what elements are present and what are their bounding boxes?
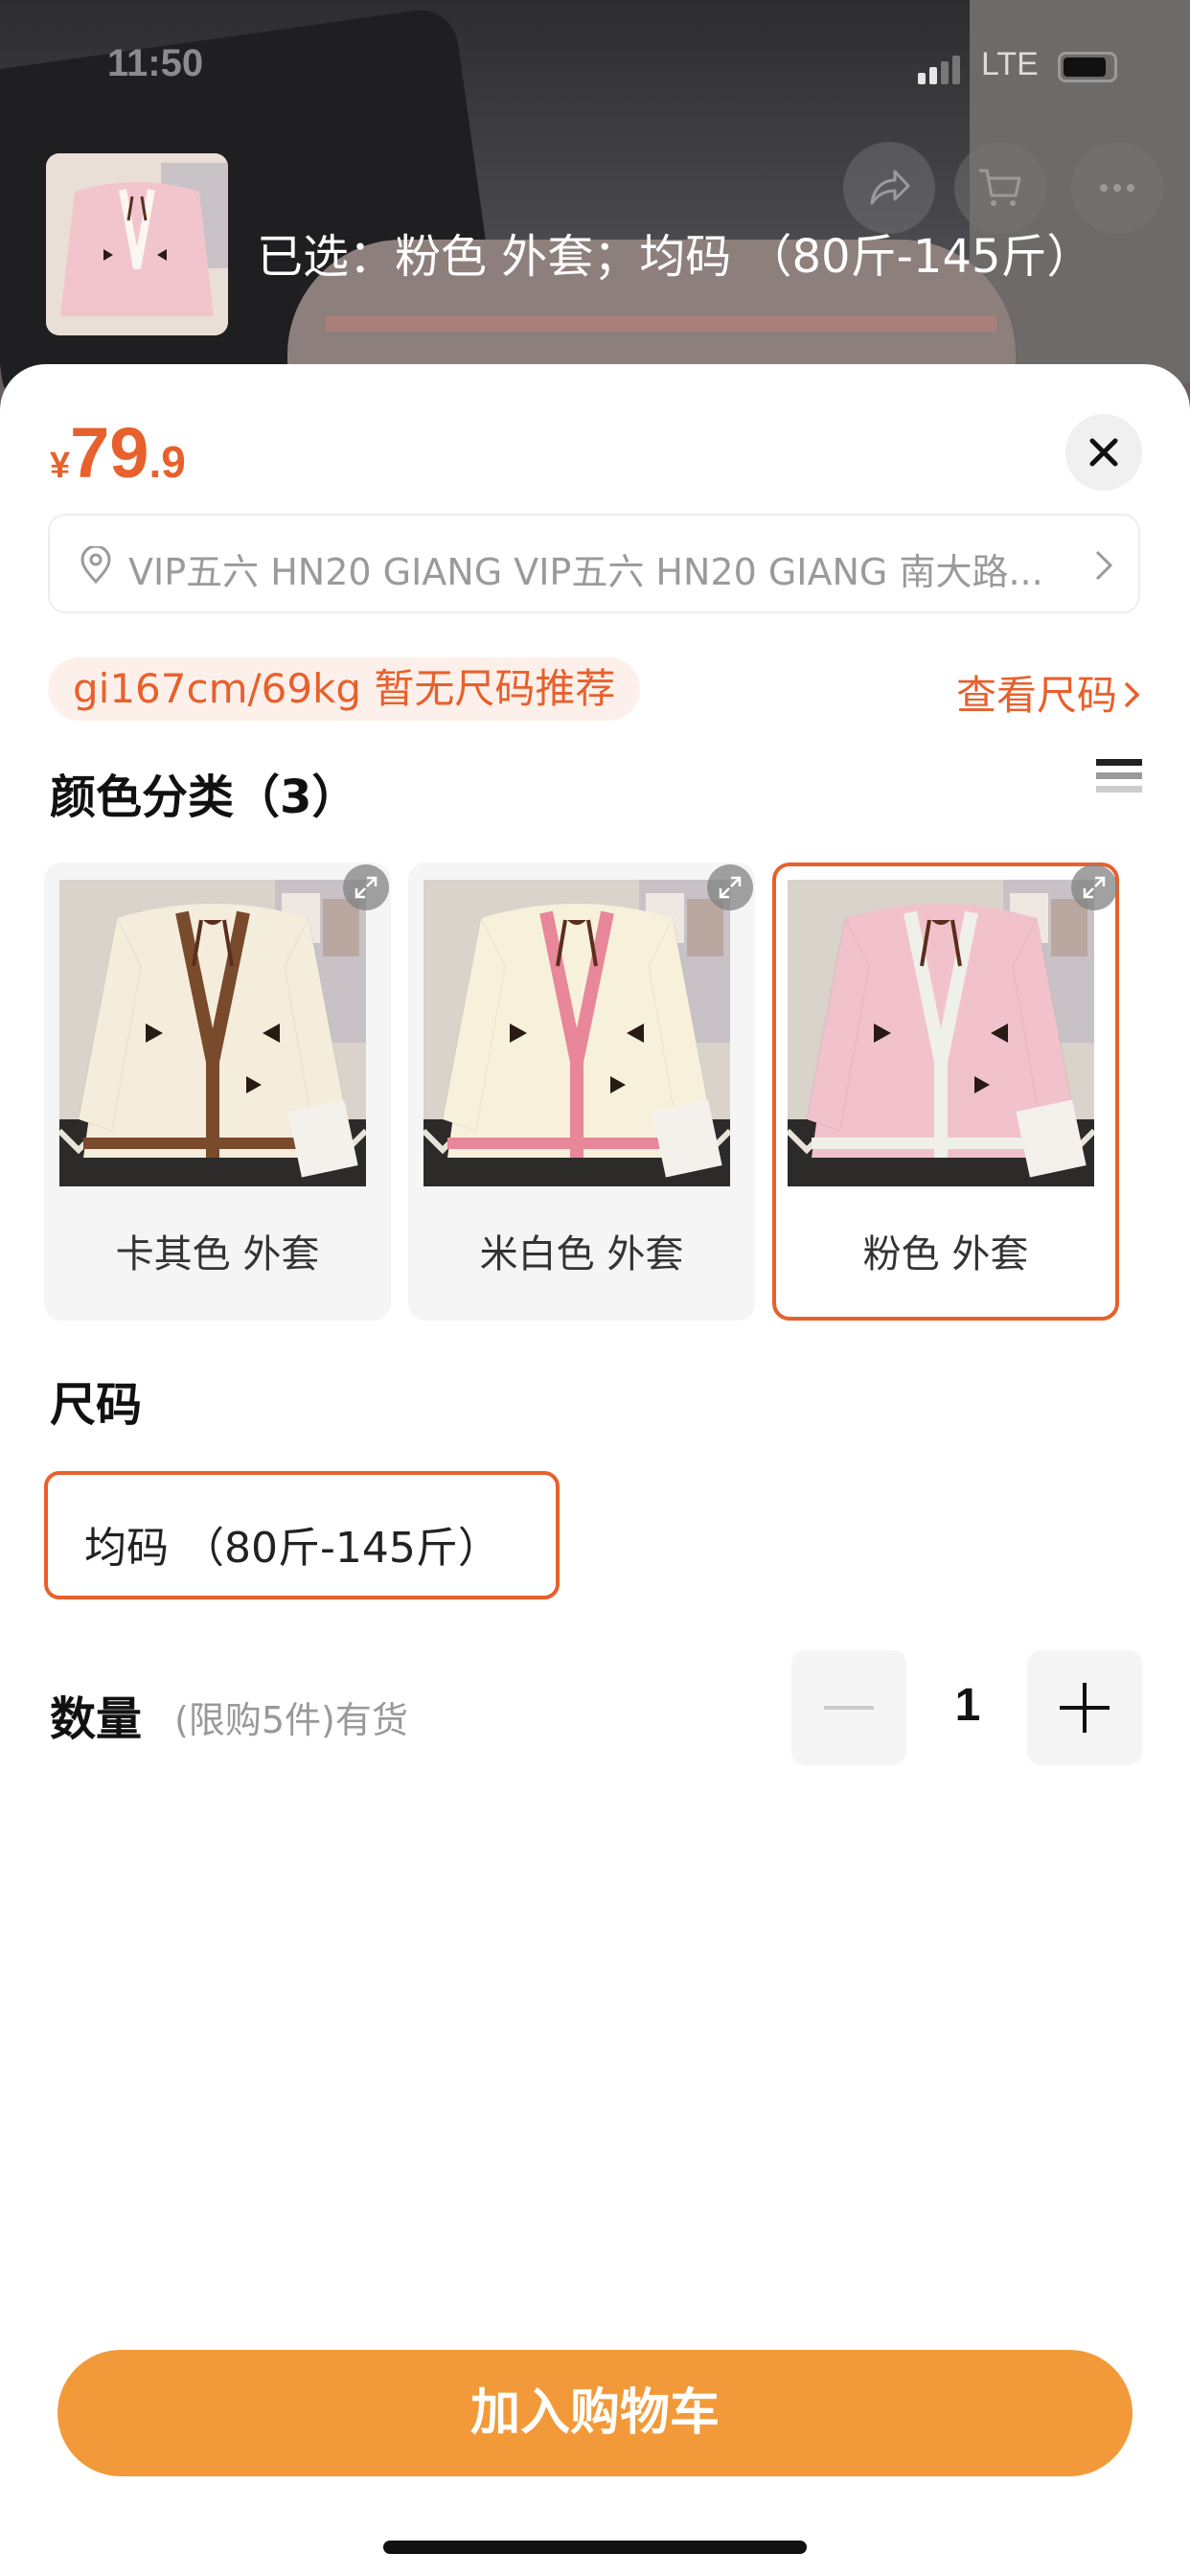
price-decimal: .9 (149, 437, 186, 487)
expand-image-button[interactable] (707, 864, 753, 910)
expand-icon (355, 876, 378, 899)
size-chart-link[interactable]: 查看尺码 (956, 663, 1140, 722)
delivery-address[interactable]: VIP五六 HN20 GIANG VIP五六 HN20 GIANG 南大路... (48, 514, 1140, 613)
quantity-value[interactable]: 1 (920, 1679, 1016, 1732)
add-to-cart-button[interactable]: 加入购物车 (57, 2350, 1133, 2476)
size-option-one-size[interactable]: 均码 （80斤-145斤） (44, 1471, 560, 1599)
price-integer: 79 (70, 413, 149, 493)
status-time: 11:50 (107, 42, 204, 84)
close-icon (1089, 438, 1118, 467)
color-option-pink[interactable]: 粉色 外套 (772, 862, 1119, 1321)
quantity-stock-note: (限购5件)有货 (174, 1699, 408, 1741)
signal-icon (918, 56, 964, 84)
color-option-label: 米白色 外套 (479, 1232, 684, 1276)
chevron-right-icon (1095, 550, 1113, 581)
color-section-title: 颜色分类（3） (50, 770, 358, 824)
color-option-image (423, 880, 730, 1186)
price-currency: ¥ (50, 446, 71, 486)
expand-icon (1083, 876, 1106, 899)
expand-image-button[interactable] (1071, 864, 1117, 910)
location-pin-icon (80, 546, 111, 585)
sku-selection-sheet: ¥79.9 VIP五六 HN20 GIANG VIP五六 HN20 GIANG … (0, 364, 1190, 2576)
size-chart-label: 查看尺码 (955, 672, 1117, 719)
color-option-label: 卡其色 外套 (115, 1232, 320, 1276)
color-option-image (59, 880, 366, 1186)
status-bar: 11:50 LTE (0, 42, 1190, 90)
battery-icon (1058, 52, 1117, 82)
quantity-decrease-button[interactable] (791, 1650, 906, 1765)
minus-icon (824, 1706, 874, 1710)
selected-variant-text: 已选：粉色 外套；均码 （80斤-145斤） (257, 230, 1093, 284)
chevron-right-icon (1123, 672, 1140, 719)
quantity-increase-button[interactable] (1027, 1650, 1142, 1765)
home-indicator (383, 2541, 807, 2554)
close-button[interactable] (1065, 414, 1142, 491)
more-icon (1100, 184, 1134, 192)
color-option-khaki[interactable]: 卡其色 外套 (44, 862, 391, 1321)
quantity-label: 数量 (50, 1692, 143, 1746)
expand-icon (719, 876, 742, 899)
share-icon (870, 170, 910, 205)
network-label: LTE (981, 46, 1039, 82)
size-recommendation-badge[interactable]: gi167cm/69kg 暂无尺码推荐 (48, 657, 641, 721)
selected-product-thumbnail (46, 153, 228, 335)
color-option-image (788, 880, 1094, 1186)
price: ¥79.9 (50, 412, 186, 494)
size-section-title: 尺码 (50, 1378, 143, 1432)
color-option-label: 粉色 外套 (862, 1232, 1029, 1276)
list-view-toggle-icon[interactable] (1096, 759, 1142, 805)
delivery-address-text: VIP五六 HN20 GIANG VIP五六 HN20 GIANG 南大路... (128, 551, 1043, 593)
plus-icon (1060, 1683, 1110, 1733)
color-option-off-white[interactable]: 米白色 外套 (408, 862, 755, 1321)
expand-image-button[interactable] (343, 864, 389, 910)
background-sweater-stripe (326, 316, 996, 332)
cart-icon (979, 169, 1021, 206)
thumbnail-sweater-image (46, 153, 228, 335)
size-option-label: 均码 （80斤-145斤） (84, 1524, 500, 1573)
